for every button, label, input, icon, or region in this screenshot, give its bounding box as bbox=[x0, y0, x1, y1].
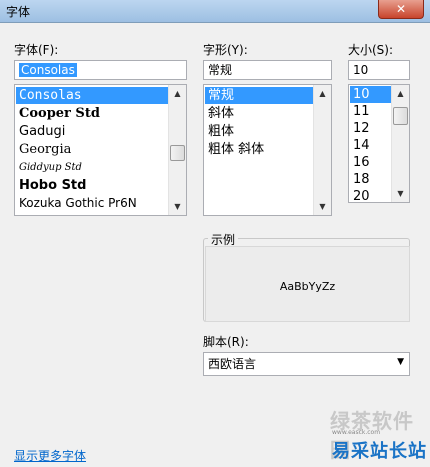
scroll-down-arrow-icon[interactable]: ▼ bbox=[392, 185, 409, 202]
size-label: 大小(S): bbox=[348, 43, 394, 57]
watermark-logo: 绿茶软件园 www.easck.com 易采站长站 bbox=[290, 405, 430, 467]
size-item[interactable]: 10 bbox=[350, 86, 391, 103]
sample-preview: AaBbYyZz bbox=[205, 246, 410, 322]
style-item-regular[interactable]: 常规 bbox=[205, 87, 313, 104]
style-value: 常规 bbox=[208, 63, 233, 77]
size-list-scrollbar[interactable]: ▲ ▼ bbox=[391, 85, 409, 202]
size-item[interactable]: 12 bbox=[350, 120, 391, 137]
scroll-down-arrow-icon[interactable]: ▼ bbox=[314, 198, 331, 215]
style-input[interactable]: 常规 bbox=[203, 60, 332, 80]
font-item-cooper-std[interactable]: Cooper Std bbox=[16, 105, 168, 122]
title-bar: 字体 ✕ bbox=[0, 0, 430, 23]
window-title: 字体 bbox=[6, 5, 31, 19]
font-name-input[interactable]: Consolas bbox=[14, 60, 187, 80]
style-item-bold[interactable]: 粗体 bbox=[205, 123, 313, 140]
scroll-thumb[interactable] bbox=[170, 145, 185, 161]
font-list-scrollbar[interactable]: ▲ ▼ bbox=[168, 85, 186, 215]
size-item[interactable]: 11 bbox=[350, 103, 391, 120]
font-label: 字体(F): bbox=[14, 43, 59, 57]
font-item-hobo-std[interactable]: Hobo Std bbox=[16, 177, 168, 194]
size-item[interactable]: 20 bbox=[350, 188, 391, 202]
font-item-gadugi[interactable]: Gadugi bbox=[16, 123, 168, 140]
style-label: 字形(Y): bbox=[203, 43, 248, 57]
font-list[interactable]: Consolas Cooper Std Gadugi Georgia Giddy… bbox=[14, 84, 187, 216]
size-item[interactable]: 14 bbox=[350, 137, 391, 154]
watermark-url: www.easck.com bbox=[332, 429, 381, 436]
scroll-up-arrow-icon[interactable]: ▲ bbox=[169, 85, 186, 102]
script-value: 西欧语言 bbox=[208, 357, 257, 371]
font-item-georgia[interactable]: Georgia bbox=[16, 141, 168, 158]
font-name-value: Consolas bbox=[19, 63, 77, 77]
script-select[interactable]: 西欧语言 ▼ bbox=[203, 352, 410, 376]
size-list[interactable]: 10 11 12 14 16 18 20 ▲ ▼ bbox=[348, 84, 410, 203]
size-input[interactable]: 10 bbox=[348, 60, 410, 80]
size-item[interactable]: 18 bbox=[350, 171, 391, 188]
size-value: 10 bbox=[353, 63, 369, 77]
style-list-scrollbar[interactable]: ▲ ▼ bbox=[313, 85, 331, 215]
font-item-kozuka-gothic[interactable]: Kozuka Gothic Pr6N bbox=[16, 195, 168, 212]
show-more-fonts-link[interactable]: 显示更多字体 bbox=[14, 447, 86, 464]
size-item[interactable]: 16 bbox=[350, 154, 391, 171]
font-item-consolas[interactable]: Consolas bbox=[16, 87, 168, 104]
scroll-up-arrow-icon[interactable]: ▲ bbox=[392, 85, 409, 102]
style-item-italic[interactable]: 斜体 bbox=[205, 105, 313, 122]
watermark-text-2: 易采站长站 bbox=[332, 441, 427, 462]
style-item-bold-italic[interactable]: 粗体 斜体 bbox=[205, 141, 313, 158]
font-item-giddyup-std[interactable]: Giddyup Std bbox=[16, 159, 168, 176]
script-label: 脚本(R): bbox=[203, 335, 249, 349]
sample-text: AaBbYyZz bbox=[279, 280, 336, 293]
chevron-down-icon: ▼ bbox=[397, 357, 404, 367]
style-list[interactable]: 常规 斜体 粗体 粗体 斜体 ▲ ▼ bbox=[203, 84, 332, 216]
scroll-thumb[interactable] bbox=[393, 107, 408, 125]
close-button[interactable]: ✕ bbox=[378, 0, 424, 19]
scroll-down-arrow-icon[interactable]: ▼ bbox=[169, 198, 186, 215]
scroll-up-arrow-icon[interactable]: ▲ bbox=[314, 85, 331, 102]
